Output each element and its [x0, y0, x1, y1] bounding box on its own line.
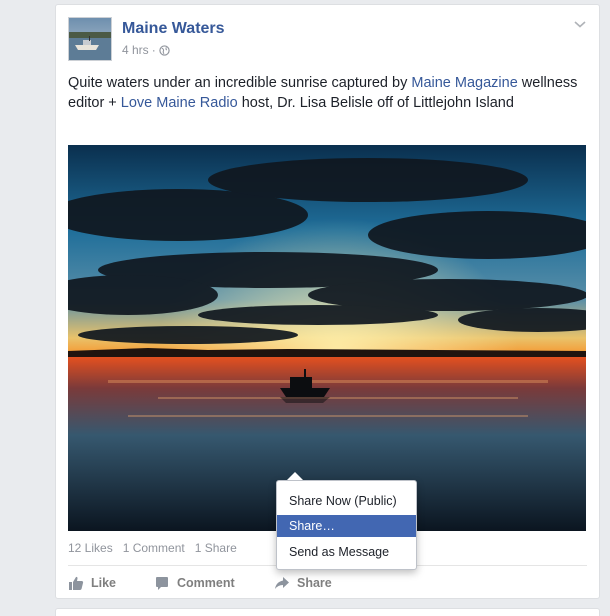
share-button[interactable]: Share	[274, 573, 332, 593]
post-photo-sunrise[interactable]	[68, 145, 586, 531]
comment-button[interactable]: Comment	[154, 573, 235, 593]
post-timestamp[interactable]: 4 hrs	[122, 43, 149, 57]
comments-count[interactable]: 1 Comment	[123, 541, 185, 555]
share-menu-caret	[287, 472, 303, 480]
globe-icon[interactable]	[159, 44, 170, 56]
chevron-down-icon[interactable]	[573, 19, 587, 29]
likes-count[interactable]: 12 Likes	[68, 541, 113, 555]
menu-item-send-as-message[interactable]: Send as Message	[277, 541, 416, 563]
love-maine-radio-link[interactable]: Love Maine Radio	[121, 95, 238, 111]
post-text-part1: Quite waters under an incredible sunrise…	[68, 75, 412, 91]
menu-item-share-now-public[interactable]: Share Now (Public)	[277, 490, 416, 512]
share-arrow-icon	[275, 577, 289, 589]
page-avatar[interactable]	[68, 17, 112, 61]
page-name[interactable]: Maine Waters	[122, 20, 225, 38]
post-text: Quite waters under an incredible sunrise…	[68, 73, 588, 113]
post-meta: 4 hrs ·	[122, 43, 170, 57]
menu-item-share[interactable]: Share…	[277, 515, 416, 537]
comment-label: Comment	[177, 576, 235, 590]
comment-bubble-icon	[156, 577, 168, 590]
thumbs-up-icon	[69, 576, 84, 590]
maine-magazine-link[interactable]: Maine Magazine	[411, 75, 517, 91]
share-label: Share	[297, 576, 332, 590]
next-post-card	[55, 608, 600, 616]
news-feed: Maine Waters 4 hrs · Quite waters under …	[0, 0, 610, 616]
like-label: Like	[91, 576, 117, 590]
shares-count[interactable]: 1 Share	[195, 541, 237, 555]
post-text-part3: host, Dr. Lisa Belisle off of Littlejohn…	[237, 95, 514, 111]
share-dropdown-menu: Share Now (Public) Share… Send as Messag…	[276, 480, 417, 570]
engagement-counts: 12 Likes 1 Comment 1 Share	[68, 541, 237, 555]
meta-separator: ·	[151, 43, 156, 57]
like-button[interactable]: Like	[68, 573, 116, 593]
